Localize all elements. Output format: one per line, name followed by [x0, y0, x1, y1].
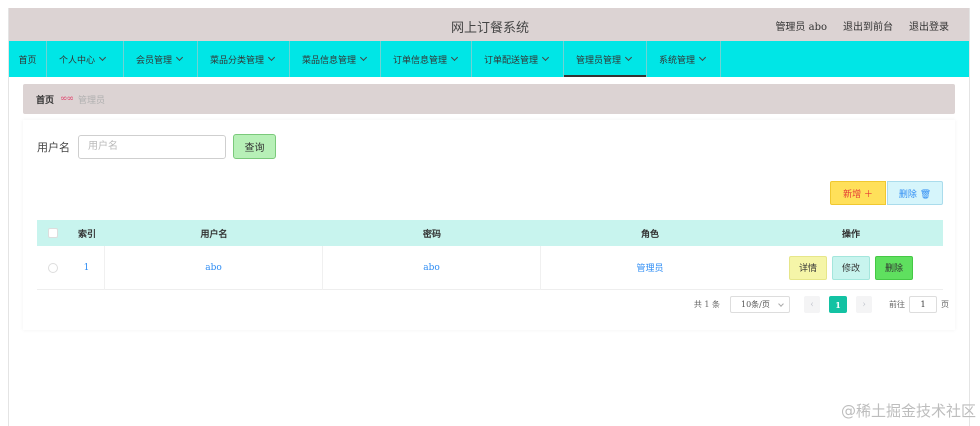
page-size-value: 10条/页 — [741, 300, 770, 309]
goto-label: 前往 — [889, 300, 905, 309]
chevron-down-icon — [175, 53, 184, 62]
header-user-menu: 管理员 abo 退出到前台 退出登录 — [775, 18, 949, 33]
search-label: 用户名 — [37, 140, 70, 154]
nav-item-label: 会员管理 — [136, 55, 173, 66]
app-frame: 网上订餐系统 管理员 abo 退出到前台 退出登录 首页 个人中心 会员管理 菜… — [8, 8, 970, 426]
nav-item-dish-category[interactable]: 菜品分类管理 — [198, 41, 290, 77]
table-header: 索引 用户名 密码 角色 操作 — [37, 220, 943, 246]
admin-table: 索引 用户名 密码 角色 操作 1 abo abo 管理员 详情 修改 删除 — [37, 220, 943, 290]
nav-item-label: 个人中心 — [59, 55, 96, 66]
breadcrumb-current: 管理员 — [78, 95, 106, 106]
prev-page-button[interactable]: ‹ — [804, 296, 820, 313]
nav-item-label: 系统管理 — [659, 55, 696, 66]
top-header: 网上订餐系统 管理员 abo 退出到前台 退出登录 — [9, 8, 969, 41]
bulk-actions: 新增 ＋ 删除 🗑 — [830, 181, 943, 205]
pagination-total: 共 1 条 — [693, 300, 720, 309]
header-role[interactable]: 角色 — [541, 227, 759, 240]
breadcrumb-separator: ∞∞ — [60, 94, 74, 104]
nav-item-label: 订单信息管理 — [393, 55, 448, 66]
row-username: abo — [105, 245, 323, 290]
search-button[interactable]: 查询 — [233, 134, 276, 159]
nav-item-label: 菜品分类管理 — [210, 55, 265, 66]
pagination: 共 1 条 10条/页 ‹ 1 › 前往 1 页 — [694, 296, 949, 313]
nav-item-member-management[interactable]: 会员管理 — [124, 41, 198, 77]
chevron-down-icon — [624, 53, 633, 62]
chevron-down-icon — [698, 53, 707, 62]
watermark: @稀土掘金技术社区 — [840, 402, 976, 420]
select-all-cell — [37, 228, 69, 238]
chevron-down-icon — [267, 53, 276, 62]
goto-page-input[interactable]: 1 — [909, 296, 937, 313]
header-index: 索引 — [77, 229, 96, 240]
row-role: 管理员 — [636, 264, 664, 274]
page-suffix-label: 页 — [941, 300, 949, 309]
breadcrumb-home[interactable]: 首页 — [36, 93, 54, 106]
nav-item-order-info[interactable]: 订单信息管理 — [381, 41, 472, 77]
header-operation: 操作 — [841, 229, 860, 240]
add-button[interactable]: 新增 ＋ — [830, 181, 886, 205]
page-size-select[interactable]: 10条/页 — [730, 296, 790, 313]
select-all-checkbox[interactable] — [48, 228, 58, 238]
chevron-down-icon — [359, 53, 368, 62]
table-row: 1 abo abo 管理员 详情 修改 删除 — [37, 245, 943, 290]
nav-item-label: 菜品信息管理 — [302, 55, 357, 66]
page-number-current[interactable]: 1 — [829, 296, 847, 313]
chevron-down-icon — [541, 53, 550, 62]
edit-button[interactable]: 修改 — [832, 255, 870, 280]
logout-link[interactable]: 退出登录 — [909, 18, 949, 33]
nav-item-personal-center[interactable]: 个人中心 — [47, 41, 124, 77]
row-select-cell — [37, 262, 69, 273]
chevron-down-icon — [450, 53, 459, 62]
row-index: 1 — [69, 245, 105, 290]
row-password: abo — [323, 245, 541, 290]
nav-item-label: 订单配送管理 — [484, 55, 539, 66]
row-delete-button[interactable]: 删除 — [875, 255, 913, 280]
goto-front-link[interactable]: 退出到前台 — [843, 18, 893, 33]
detail-button[interactable]: 详情 — [789, 255, 827, 280]
chevron-down-icon — [98, 53, 107, 62]
nav-item-home[interactable]: 首页 — [9, 41, 47, 77]
nav-item-label: 管理员管理 — [576, 55, 622, 66]
nav-item-dish-info[interactable]: 菜品信息管理 — [290, 41, 381, 77]
username-search-input[interactable] — [78, 134, 226, 159]
chevron-down-icon — [778, 301, 784, 307]
breadcrumb: 首页 ∞∞ 管理员 — [23, 84, 955, 114]
nav-item-admin-management[interactable]: 管理员管理 — [564, 41, 647, 77]
content-panel: 用户名 查询 新增 ＋ 删除 🗑 索引 用户名 密码 角色 操作 1 abo a… — [23, 120, 955, 330]
nav-item-order-delivery[interactable]: 订单配送管理 — [472, 41, 564, 77]
search-form: 用户名 查询 — [37, 134, 276, 159]
main-nav: 首页 个人中心 会员管理 菜品分类管理 菜品信息管理 订单信息管理 订单配送管理… — [9, 41, 969, 77]
nav-item-system-management[interactable]: 系统管理 — [647, 41, 721, 77]
bulk-delete-button[interactable]: 删除 🗑 — [887, 181, 943, 205]
current-user-label: 管理员 abo — [775, 22, 827, 33]
header-password[interactable]: 密码 — [323, 227, 541, 240]
next-page-button[interactable]: › — [856, 296, 872, 313]
nav-item-label: 首页 — [18, 55, 37, 66]
header-username[interactable]: 用户名 — [105, 227, 323, 240]
row-operations: 详情 修改 删除 — [759, 255, 943, 280]
row-checkbox[interactable] — [48, 262, 58, 273]
